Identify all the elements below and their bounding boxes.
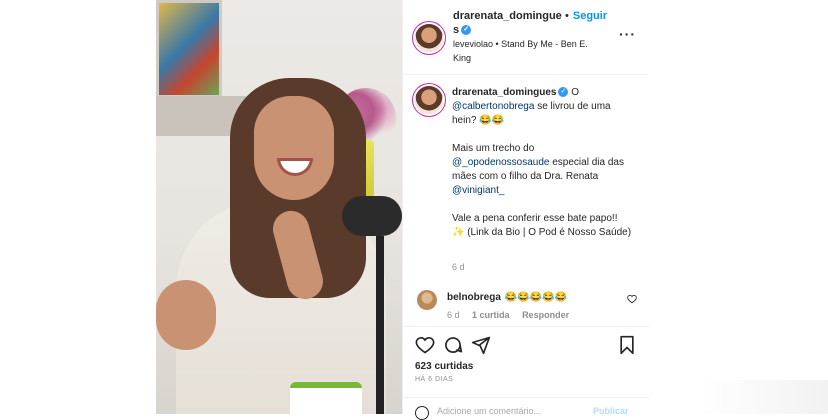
mic-stand	[376, 236, 384, 414]
comment-input[interactable]: Adicione um comentário...	[437, 406, 541, 416]
follow-button[interactable]: • Seguir	[565, 10, 607, 22]
caption-paragraph-3: Vale a pena conferir esse bate papo!! ✨ …	[452, 212, 632, 240]
microphone	[342, 196, 402, 236]
post-header: drarenata_domingues ✓ • Seguir leveviolao …	[403, 0, 648, 75]
wall-painting	[156, 0, 222, 98]
caption-line1-pre: O	[571, 87, 580, 98]
action-bar: 623 curtidas HÁ 6 DIAS Adicione um comen…	[403, 326, 649, 420]
post-side-panel: drarenata_domingues ✓ • Seguir leveviolao …	[402, 0, 649, 420]
caption-avatar[interactable]	[415, 86, 443, 114]
post-modal: drarenata_domingues ✓ • Seguir leveviolao …	[156, 0, 649, 420]
reply-button[interactable]: Responder	[522, 310, 569, 320]
caption-username[interactable]: drarenata_domingues	[452, 87, 556, 98]
add-comment-bar: Adicione um comentário... Publicar	[403, 397, 649, 420]
page-corner-shade	[700, 380, 828, 414]
comment-time: 6 d	[447, 310, 460, 320]
mention-link[interactable]: @calbertonobrega	[452, 101, 534, 112]
post-comment-button[interactable]: Publicar	[593, 406, 629, 416]
share-icon[interactable]	[471, 335, 491, 355]
mention-link[interactable]: @_opodenossosaude	[452, 157, 549, 168]
likes-count[interactable]: 623 curtidas	[415, 361, 473, 372]
bookmark-icon[interactable]	[617, 335, 637, 355]
person-hand-left	[156, 280, 216, 350]
heart-icon[interactable]	[415, 335, 435, 355]
commenter-username[interactable]: belnobrega	[447, 292, 501, 303]
verified-icon: ✓	[461, 25, 472, 36]
commenter-avatar[interactable]	[417, 290, 437, 310]
follow-label[interactable]: Seguir	[573, 10, 607, 22]
caption-paragraph-1: drarenata_domingues ✓ O @calbertonobrega …	[452, 86, 632, 128]
caption-line3: Vale a pena conferir esse bate papo!!	[452, 213, 618, 224]
post-video[interactable]	[156, 0, 402, 414]
separator-dot: •	[565, 10, 569, 22]
caption-text: drarenata_domingues ✓ O @calbertonobrega …	[452, 86, 632, 240]
comment-meta: 6 d 1 curtida Responder	[447, 310, 579, 320]
mention-link[interactable]: @vinigiant_	[452, 185, 504, 196]
caption-timestamp: 6 d	[452, 262, 465, 272]
emoji-icon[interactable]	[415, 406, 429, 420]
comment-text: belnobrega 😂😂😂😂😂	[447, 292, 567, 303]
caption-line4: ✨ (Link da Bio | O Pod é Nosso Saúde)	[452, 227, 632, 238]
more-icon[interactable]: ···	[619, 26, 636, 42]
audio-info[interactable]: leveviolao • Stand By Me - Ben E. King	[453, 37, 603, 65]
author-avatar[interactable]	[415, 24, 443, 52]
post-age: HÁ 6 DIAS	[415, 376, 454, 383]
caption-line2-pre: Mais um trecho do	[452, 143, 535, 154]
comment-heart-icon[interactable]	[627, 294, 637, 304]
person-face	[254, 96, 334, 200]
author-username[interactable]: drarenata_domingues ✓	[453, 9, 563, 37]
comment-row: belnobrega 😂😂😂😂😂 6 d 1 curtida Responder	[403, 282, 649, 326]
mug	[290, 382, 362, 414]
comment-icon[interactable]	[443, 335, 463, 355]
caption-paragraph-2: Mais um trecho do @_opodenossosaude espe…	[452, 142, 632, 198]
verified-icon: ✓	[558, 87, 569, 98]
comment-likes[interactable]: 1 curtida	[472, 310, 510, 320]
comment-body: 😂😂😂😂😂	[504, 292, 568, 303]
